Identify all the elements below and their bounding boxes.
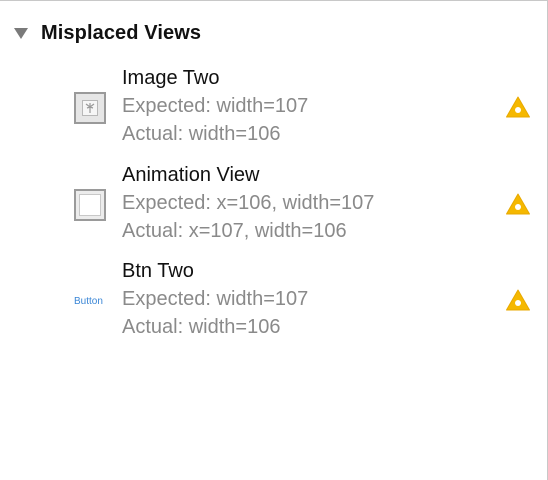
issue-actual: Actual: width=106 bbox=[122, 316, 281, 338]
issue-expected: Expected: width=107 bbox=[122, 288, 309, 310]
view-icon bbox=[74, 189, 106, 221]
image-view-icon bbox=[74, 92, 106, 124]
warning-icon[interactable] bbox=[505, 288, 531, 312]
issue-item[interactable]: Image Two Expected: width=107 Actual: wi… bbox=[0, 65, 548, 151]
issue-expected: Expected: width=107 bbox=[122, 95, 309, 117]
warning-icon[interactable] bbox=[505, 95, 531, 119]
issues-panel: Misplaced Views Image Two Expected: widt… bbox=[0, 0, 548, 480]
warning-icon[interactable] bbox=[505, 192, 531, 216]
disclosure-triangle-icon[interactable] bbox=[14, 27, 28, 39]
issue-name: Btn Two bbox=[122, 260, 194, 282]
issue-name: Image Two bbox=[122, 67, 220, 89]
issue-name: Animation View bbox=[122, 164, 260, 186]
issue-expected: Expected: x=106, width=107 bbox=[122, 192, 375, 214]
issue-actual: Actual: x=107, width=106 bbox=[122, 220, 347, 242]
issue-item[interactable]: Button Btn Two Expected: width=107 Actua… bbox=[0, 258, 548, 344]
section-title: Misplaced Views bbox=[41, 21, 202, 44]
section-header[interactable]: Misplaced Views bbox=[14, 21, 201, 45]
button-thumbnail: Button bbox=[74, 295, 103, 307]
issue-actual: Actual: width=106 bbox=[122, 123, 281, 145]
issue-item[interactable]: Animation View Expected: x=106, width=10… bbox=[0, 162, 548, 248]
